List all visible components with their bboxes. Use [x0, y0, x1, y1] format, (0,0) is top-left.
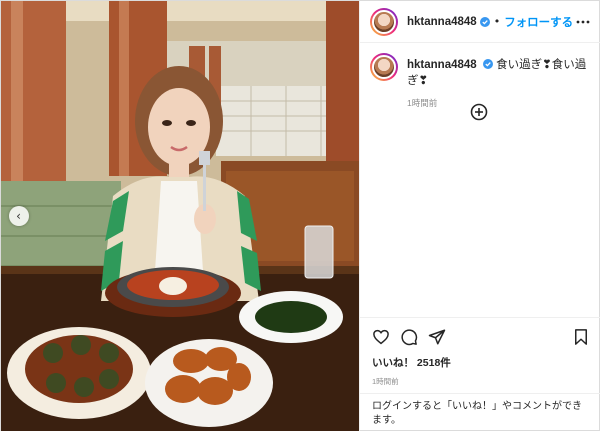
- bookmark-icon[interactable]: [572, 328, 590, 346]
- post-photo[interactable]: ‹: [1, 1, 359, 431]
- avatar[interactable]: [370, 7, 398, 36]
- heart-icon[interactable]: [372, 328, 390, 346]
- verified-badge-icon: [479, 16, 490, 27]
- caption-time: 1時間前: [407, 98, 438, 108]
- caption: hktanna4848 食い過ぎ❣食い過ぎ❣ 1時間前: [370, 53, 592, 109]
- likes-number: 2518件: [416, 357, 451, 369]
- verified-badge-icon: [482, 59, 493, 69]
- share-icon[interactable]: [428, 328, 446, 346]
- comment-icon[interactable]: [400, 328, 418, 346]
- likes-prefix: いいね！: [372, 357, 414, 369]
- login-prompt: ログインすると「いいね！」やコメントができます。: [360, 393, 600, 431]
- post-header: hktanna4848 • フォローする: [360, 1, 600, 43]
- caption-line: hktanna4848 食い過ぎ❣食い過ぎ❣: [407, 56, 592, 88]
- likes-count[interactable]: いいね！ 2518件: [372, 355, 451, 370]
- more-options-icon[interactable]: [576, 15, 590, 29]
- login-link[interactable]: ログイン: [372, 401, 412, 412]
- add-comment-icon[interactable]: [470, 103, 488, 121]
- restaurant-photo-illustration: [1, 1, 359, 431]
- chevron-left-icon: ‹: [16, 209, 21, 223]
- instagram-embed: ‹ hktanna4848 • フォローする hktanna4848 食い過ぎ❣…: [0, 0, 600, 431]
- carousel-prev-button[interactable]: ‹: [9, 206, 29, 226]
- follow-button[interactable]: フォローする: [504, 14, 573, 30]
- separator-dot: •: [493, 15, 501, 28]
- post-side-panel: hktanna4848 • フォローする hktanna4848 食い過ぎ❣食い…: [359, 1, 600, 431]
- post-timestamp: 1時間前: [372, 377, 399, 386]
- caption-avatar[interactable]: [370, 53, 398, 81]
- caption-username[interactable]: hktanna4848: [407, 59, 477, 71]
- username[interactable]: hktanna4848: [407, 16, 477, 28]
- caption-body: hktanna4848 食い過ぎ❣食い過ぎ❣ 1時間前: [407, 56, 592, 109]
- action-bar: [360, 317, 600, 357]
